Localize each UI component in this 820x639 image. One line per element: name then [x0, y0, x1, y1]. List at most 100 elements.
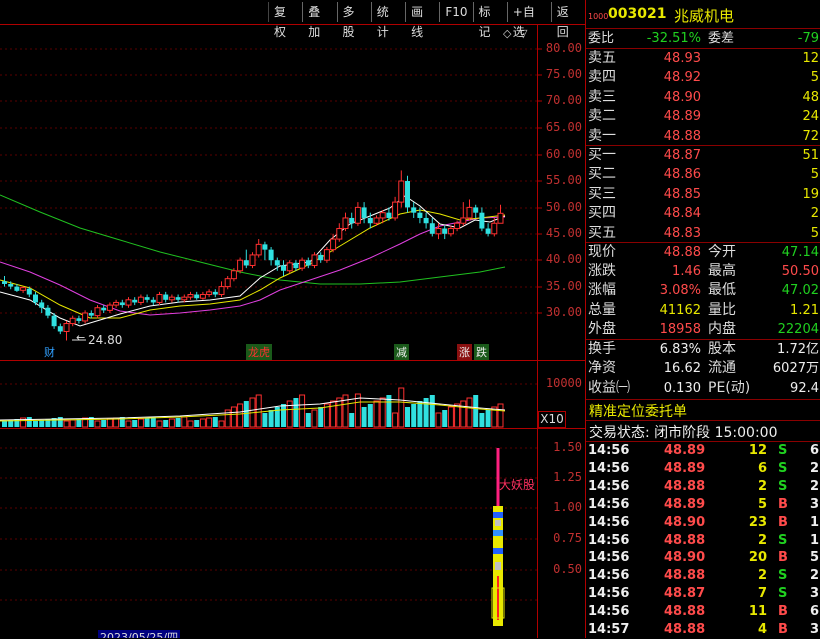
limit-up-mark[interactable]: 涨 [457, 344, 472, 360]
guben-value: 1.72亿 [777, 342, 819, 357]
financial-report-mark[interactable]: 财 [42, 344, 57, 360]
tick-time: 14:56 [588, 443, 630, 458]
quote-row: 涨跌 1.46 最高 50.50 [588, 262, 819, 281]
candle-body [82, 312, 89, 322]
candle-body [454, 222, 461, 230]
candle-body [243, 260, 249, 266]
f10-button[interactable]: F10 [439, 2, 472, 22]
tick-row[interactable]: 14:56 48.89 6 S 2 [588, 460, 819, 478]
bid-level-row[interactable]: 买五 48.83 5 [588, 224, 819, 243]
tick-row[interactable]: 14:56 48.88 2 S 1 [588, 532, 819, 550]
mark-button[interactable]: 标记 [472, 2, 507, 39]
ask-level-row[interactable]: 卖四 48.92 5 [588, 68, 819, 87]
ask-level-row[interactable]: 卖一 48.88 72 [588, 127, 819, 146]
tick-row[interactable]: 14:56 48.90 23 B 11 [588, 514, 820, 532]
tick-price: 48.90 [664, 550, 706, 566]
candle-body [39, 302, 45, 308]
level-volume: 2 [810, 206, 819, 222]
overlay-button[interactable]: 叠加 [302, 2, 336, 39]
candle-body [51, 315, 57, 327]
chevron-down-icon[interactable]: ▽ [519, 27, 527, 40]
bid-level-row[interactable]: 买二 48.86 5 [588, 165, 819, 184]
candle-body [101, 307, 107, 311]
bid-level-row[interactable]: 买三 48.85 19 [588, 185, 819, 204]
fundamental-row: 换手 6.83% 股本 1.72亿 [588, 340, 819, 359]
volume-bar [156, 420, 163, 428]
volume-bar [281, 404, 286, 427]
date-bar-label: 2023/05/25/四 [98, 630, 181, 638]
candle-body [45, 307, 51, 316]
back-button[interactable]: 返回 [550, 2, 585, 39]
tick-time: 14:56 [588, 460, 630, 476]
chart-area[interactable]: 复权 叠加 多股 统计 画线 F10 标记 +自选 返回 ◇ ▽ 80.00 7… [0, 0, 585, 638]
candle-body [485, 228, 491, 234]
candle-body [466, 206, 473, 219]
restore-rights-button[interactable]: 复权 [268, 2, 302, 39]
tick-row[interactable]: 14:56 48.89 5 B 3 [588, 496, 819, 514]
stock-name: 兆威机电 [674, 7, 735, 25]
ask-level-row[interactable]: 卖三 48.90 48 [588, 88, 819, 107]
volume-bar [473, 395, 479, 427]
bid-level-row[interactable]: 买一 48.87 51 [588, 146, 819, 165]
candle-body [106, 304, 113, 311]
level-label: 卖四 [588, 69, 616, 86]
diamond-icon[interactable]: ◇ [503, 27, 511, 40]
candle-body [181, 296, 188, 301]
ask-level-row[interactable]: 卖二 48.89 24 [588, 107, 819, 126]
tick-row[interactable]: 14:56 48.87 7 S 3 [588, 585, 819, 603]
bid-level-row[interactable]: 买四 48.84 2 [588, 204, 819, 223]
tick-row[interactable]: 14:56 48.89 12 S 6 [588, 442, 819, 460]
volume-bar [460, 400, 467, 428]
tick-row[interactable]: 14:56 48.90 20 B 5 [588, 549, 819, 567]
tick-row[interactable]: 14:56 48.88 2 S 2 [588, 478, 819, 496]
fundamental-row: 收益㈠ 0.130 PE(动) 92.4 [588, 379, 819, 398]
code-prefix: 1000 [588, 12, 609, 21]
tick-count: 6 [810, 604, 820, 620]
statistics-button[interactable]: 统计 [370, 2, 405, 39]
volume-bar [175, 418, 181, 427]
candle-body [156, 294, 163, 303]
indicator-axis-label: 1.25 [553, 470, 582, 484]
limit-down-mark[interactable]: 跌 [474, 344, 489, 360]
dragon-tiger-mark[interactable]: 龙虎 [246, 344, 272, 360]
tick-row[interactable]: 14:56 48.88 2 S 2 [588, 567, 819, 585]
tick-count: 5 [810, 550, 820, 566]
zuigao-label: 最高 [708, 263, 736, 280]
volume-bar [26, 417, 32, 427]
candle-body [442, 228, 448, 234]
reduce-holding-mark[interactable]: 减 [394, 344, 409, 360]
precise-order-link[interactable]: 精准定位委托单 [589, 401, 687, 421]
tick-row[interactable]: 14:56 48.88 11 B 6 [588, 603, 819, 621]
draw-line-button[interactable]: 画线 [405, 2, 439, 39]
volume-bar [194, 420, 200, 427]
level-price: 48.83 [663, 225, 701, 241]
candle-body [113, 301, 120, 306]
tick-price: 48.87 [664, 586, 706, 602]
tick-price: 48.88 [664, 604, 706, 620]
tick-row[interactable]: 14:57 48.88 4 B 3 [588, 621, 819, 639]
candle-body [367, 217, 373, 224]
tick-price: 48.88 [664, 622, 706, 637]
level-volume: 19 [802, 186, 819, 202]
liutong-value: 6027万 [772, 361, 819, 377]
candle-body [386, 212, 392, 218]
liangbi-label: 量比 [708, 301, 736, 318]
multi-stock-button[interactable]: 多股 [336, 2, 371, 39]
level-price: 48.92 [663, 70, 701, 86]
tick-volume: 2 [757, 532, 767, 548]
price-axis-label: 80.00 [545, 41, 582, 55]
volume-bar [255, 394, 262, 428]
candle-body [2, 281, 7, 284]
kline-chart[interactable] [0, 0, 585, 638]
ask-level-row[interactable]: 卖五 48.93 12 [588, 49, 819, 68]
candle-body [330, 238, 337, 251]
add-watchlist-button[interactable]: +自选 [506, 2, 551, 39]
candle-body [473, 207, 479, 213]
weidiff-value: -79 [797, 31, 819, 46]
volume-bar [485, 410, 491, 427]
candle-body [88, 313, 94, 316]
price-axis-label: 60.00 [545, 147, 582, 161]
tick-time: 14:56 [588, 532, 630, 548]
candle-body [132, 299, 138, 303]
candle-body [323, 249, 330, 261]
